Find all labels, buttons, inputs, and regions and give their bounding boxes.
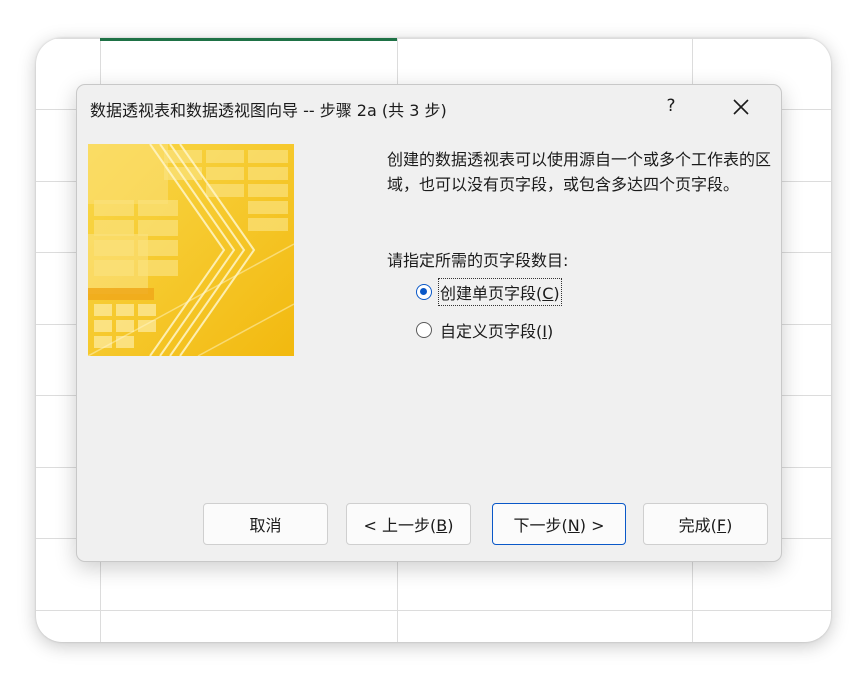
radio-selected-icon[interactable] (416, 284, 432, 300)
option-custom-page-field[interactable]: 自定义页字段(I) (416, 317, 553, 343)
option-single-page-field-label[interactable]: 创建单页字段(C) (438, 278, 562, 306)
wizard-description: 创建的数据透视表可以使用源自一个或多个工作表的区域，也可以没有页字段，或包含多达… (387, 150, 772, 194)
close-icon (733, 99, 749, 115)
finish-button[interactable]: 完成(F) (643, 503, 768, 545)
radio-unselected-icon[interactable] (416, 322, 432, 338)
close-button[interactable] (727, 93, 755, 121)
cancel-button[interactable]: 取消 (203, 503, 328, 545)
back-button-label: < 上一步(B) (363, 516, 454, 535)
spreadsheet-illustration-icon (88, 144, 294, 356)
finish-button-label: 完成(F) (678, 516, 733, 535)
option-single-page-field[interactable]: 创建单页字段(C) (416, 278, 562, 306)
dialog-title: 数据透视表和数据透视图向导 -- 步骤 2a (共 3 步) (90, 101, 447, 120)
cancel-button-label: 取消 (249, 516, 282, 535)
cell-selection-indicator (100, 38, 397, 41)
pivot-wizard-dialog: 数据透视表和数据透视图向导 -- 步骤 2a (共 3 步) ? 创建的数据透视… (76, 84, 782, 562)
help-button[interactable]: ? (659, 93, 683, 119)
option-custom-page-field-label[interactable]: 自定义页字段(I) (440, 318, 553, 342)
grid-row-line (36, 610, 831, 611)
back-button[interactable]: < 上一步(B) (346, 503, 471, 545)
next-button[interactable]: 下一步(N) > (492, 503, 626, 545)
next-button-label: 下一步(N) > (513, 516, 605, 535)
wizard-banner-image (88, 144, 294, 356)
page-field-prompt: 请指定所需的页字段数目: (387, 251, 569, 270)
